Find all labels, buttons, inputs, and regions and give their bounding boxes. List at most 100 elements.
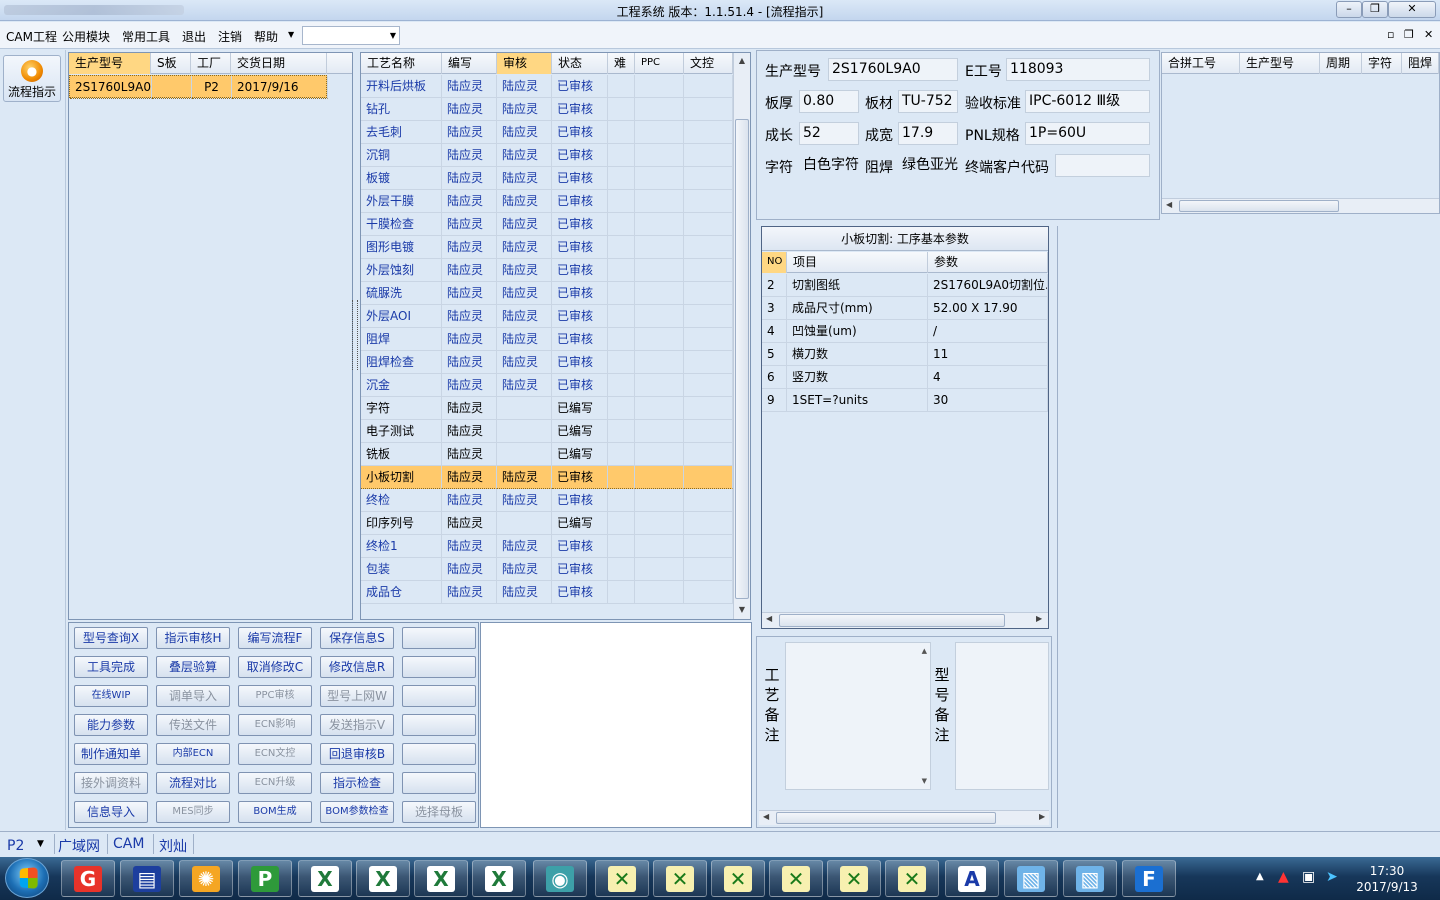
e-number-field[interactable]: 118093 bbox=[1006, 58, 1150, 81]
function-button-5-0[interactable]: 接外调资料 bbox=[74, 772, 148, 794]
function-button-0-1[interactable]: 指示审核H bbox=[156, 627, 230, 649]
menu-logout[interactable]: 注销 bbox=[218, 28, 242, 45]
header-ppc[interactable]: PPC bbox=[635, 53, 684, 74]
header-model[interactable]: 生产型号 bbox=[69, 53, 151, 74]
header-status[interactable]: 状态 bbox=[552, 53, 608, 74]
flow-button[interactable]: ● 流程指示 bbox=[3, 55, 61, 102]
table-row[interactable]: 外层蚀刻 陆应灵 陆应灵 已审核 bbox=[361, 259, 733, 282]
taskbar-button-6[interactable]: X bbox=[414, 860, 468, 897]
table-row[interactable]: 成品仓 陆应灵 陆应灵 已审核 bbox=[361, 581, 733, 604]
menu-help[interactable]: 帮助 bbox=[254, 28, 278, 45]
tray-sync-icon[interactable]: ➤ bbox=[1326, 869, 1338, 885]
function-button-5-1[interactable]: 流程对比 bbox=[156, 772, 230, 794]
tray-app-icon[interactable]: ▲ bbox=[1278, 869, 1289, 885]
table-row[interactable]: 电子测试 陆应灵 已编写 bbox=[361, 420, 733, 443]
table-row[interactable]: 终检1 陆应灵 陆应灵 已审核 bbox=[361, 535, 733, 558]
function-button-4-1[interactable]: 内部ECN bbox=[156, 743, 230, 765]
function-button-3-4[interactable] bbox=[402, 714, 476, 736]
scroll-down-icon[interactable]: ▼ bbox=[922, 777, 927, 785]
menu-exit[interactable]: 退出 bbox=[182, 28, 206, 45]
taskbar-button-15[interactable]: A bbox=[945, 860, 999, 897]
header-writer[interactable]: 编写 bbox=[442, 53, 497, 74]
thickness-field[interactable]: 0.80 bbox=[799, 90, 859, 113]
header-merge-model[interactable]: 生产型号 bbox=[1240, 53, 1320, 74]
taskbar-button-8[interactable]: ◉ bbox=[533, 860, 587, 897]
function-button-2-0[interactable]: 在线WIP bbox=[74, 685, 148, 707]
start-button[interactable] bbox=[5, 858, 49, 898]
table-row[interactable]: 去毛刺 陆应灵 陆应灵 已审核 bbox=[361, 121, 733, 144]
factory-status[interactable]: P2 bbox=[7, 838, 24, 854]
mdi-restore-icon[interactable]: ❐ bbox=[1404, 28, 1414, 41]
mask-field[interactable]: 绿色亚光 bbox=[898, 154, 964, 177]
table-row[interactable]: 干膜检查 陆应灵 陆应灵 已审核 bbox=[361, 213, 733, 236]
function-button-3-1[interactable]: 传送文件 bbox=[156, 714, 230, 736]
table-row[interactable]: 3 成品尺寸(mm) 52.00 X 17.90 bbox=[762, 297, 1048, 320]
function-button-6-2[interactable]: BOM生成 bbox=[238, 801, 312, 823]
function-button-2-4[interactable] bbox=[402, 685, 476, 707]
function-button-6-3[interactable]: BOM参数检查 bbox=[320, 801, 394, 823]
table-row[interactable]: 5 横刀数 11 bbox=[762, 343, 1048, 366]
header-param[interactable]: 参数 bbox=[928, 252, 1048, 273]
scroll-thumb[interactable] bbox=[735, 119, 749, 599]
table-row[interactable]: 阻焊检查 陆应灵 陆应灵 已审核 bbox=[361, 351, 733, 374]
header-no[interactable]: NO bbox=[762, 252, 787, 273]
merge-grid-hscroll[interactable]: ◀ bbox=[1162, 198, 1439, 213]
header-merge-no[interactable]: 合拼工号 bbox=[1162, 53, 1240, 74]
taskbar-button-3[interactable]: P bbox=[238, 860, 292, 897]
restore-button[interactable]: ❐ bbox=[1362, 1, 1388, 18]
function-button-3-3[interactable]: 发送指示V bbox=[320, 714, 394, 736]
function-button-0-4[interactable] bbox=[402, 627, 476, 649]
function-button-6-0[interactable]: 信息导入 bbox=[74, 801, 148, 823]
mdi-close-icon[interactable]: ✕ bbox=[1424, 28, 1433, 41]
taskbar-button-5[interactable]: X bbox=[356, 860, 410, 897]
header-reviewer[interactable]: 审核 bbox=[497, 53, 552, 74]
function-button-2-3[interactable]: 型号上网W bbox=[320, 685, 394, 707]
remarks-hscroll[interactable]: ◀ ▶ bbox=[759, 810, 1049, 825]
table-row[interactable]: 6 竖刀数 4 bbox=[762, 366, 1048, 389]
table-row[interactable]: 图形电镀 陆应灵 陆应灵 已审核 bbox=[361, 236, 733, 259]
taskbar-button-4[interactable]: X bbox=[298, 860, 352, 897]
scroll-left-icon[interactable]: ◀ bbox=[766, 614, 772, 623]
function-button-6-1[interactable]: MES同步 bbox=[156, 801, 230, 823]
taskbar-button-14[interactable]: ✕ bbox=[885, 860, 939, 897]
minimize-button[interactable]: – bbox=[1336, 1, 1362, 18]
function-button-4-2[interactable]: ECN文控 bbox=[238, 743, 312, 765]
scroll-up-icon[interactable]: ▲ bbox=[922, 647, 927, 655]
function-button-2-1[interactable]: 调单导入 bbox=[156, 685, 230, 707]
process-grid-scrollbar[interactable]: ▲ ▼ bbox=[733, 53, 750, 619]
splitter-handle[interactable] bbox=[352, 300, 358, 370]
function-button-1-0[interactable]: 工具完成 bbox=[74, 656, 148, 678]
table-row[interactable]: 沉金 陆应灵 陆应灵 已审核 bbox=[361, 374, 733, 397]
function-button-6-4[interactable]: 选择母板 bbox=[402, 801, 476, 823]
menu-help-dropdown-icon[interactable]: ▼ bbox=[288, 30, 294, 39]
table-row[interactable]: 钻孔 陆应灵 陆应灵 已审核 bbox=[361, 98, 733, 121]
table-row[interactable]: 2S1760L9A0 P2 2017/9/16 bbox=[69, 75, 328, 99]
taskbar-button-18[interactable]: F bbox=[1122, 860, 1176, 897]
function-button-3-0[interactable]: 能力参数 bbox=[74, 714, 148, 736]
table-row[interactable]: 4 凹蚀量(um) / bbox=[762, 320, 1048, 343]
header-merge-mask[interactable]: 阻焊 bbox=[1402, 53, 1439, 74]
customer-code-field[interactable] bbox=[1055, 154, 1150, 177]
function-button-0-0[interactable]: 型号查询X bbox=[74, 627, 148, 649]
header-difficulty[interactable]: 难 bbox=[608, 53, 635, 74]
table-row[interactable]: 印序列号 陆应灵 已编写 bbox=[361, 512, 733, 535]
menu-common-tools[interactable]: 常用工具 bbox=[122, 28, 170, 45]
table-row[interactable]: 字符 陆应灵 已编写 bbox=[361, 397, 733, 420]
taskbar-button-11[interactable]: ✕ bbox=[711, 860, 765, 897]
table-row[interactable]: 阻焊 陆应灵 陆应灵 已审核 bbox=[361, 328, 733, 351]
table-row[interactable]: 小板切割 陆应灵 陆应灵 已审核 bbox=[361, 466, 733, 489]
function-button-5-4[interactable] bbox=[402, 772, 476, 794]
menu-cam[interactable]: CAM工程 bbox=[6, 28, 57, 45]
taskbar-button-0[interactable]: G bbox=[61, 860, 115, 897]
function-button-4-0[interactable]: 制作通知单 bbox=[74, 743, 148, 765]
table-row[interactable]: 铣板 陆应灵 已编写 bbox=[361, 443, 733, 466]
function-button-1-2[interactable]: 取消修改C bbox=[238, 656, 312, 678]
scroll-left-icon[interactable]: ◀ bbox=[763, 812, 769, 821]
header-merge-cycle[interactable]: 周期 bbox=[1320, 53, 1362, 74]
scroll-right-icon[interactable]: ▶ bbox=[1039, 812, 1045, 821]
process-remark-textarea[interactable]: ▲ ▼ bbox=[785, 642, 931, 790]
taskbar-button-17[interactable]: ▧ bbox=[1063, 860, 1117, 897]
table-row[interactable]: 9 1SET=?units 30 bbox=[762, 389, 1048, 412]
scroll-down-icon[interactable]: ▼ bbox=[734, 605, 750, 614]
material-field[interactable]: TU-752 bbox=[898, 90, 958, 113]
